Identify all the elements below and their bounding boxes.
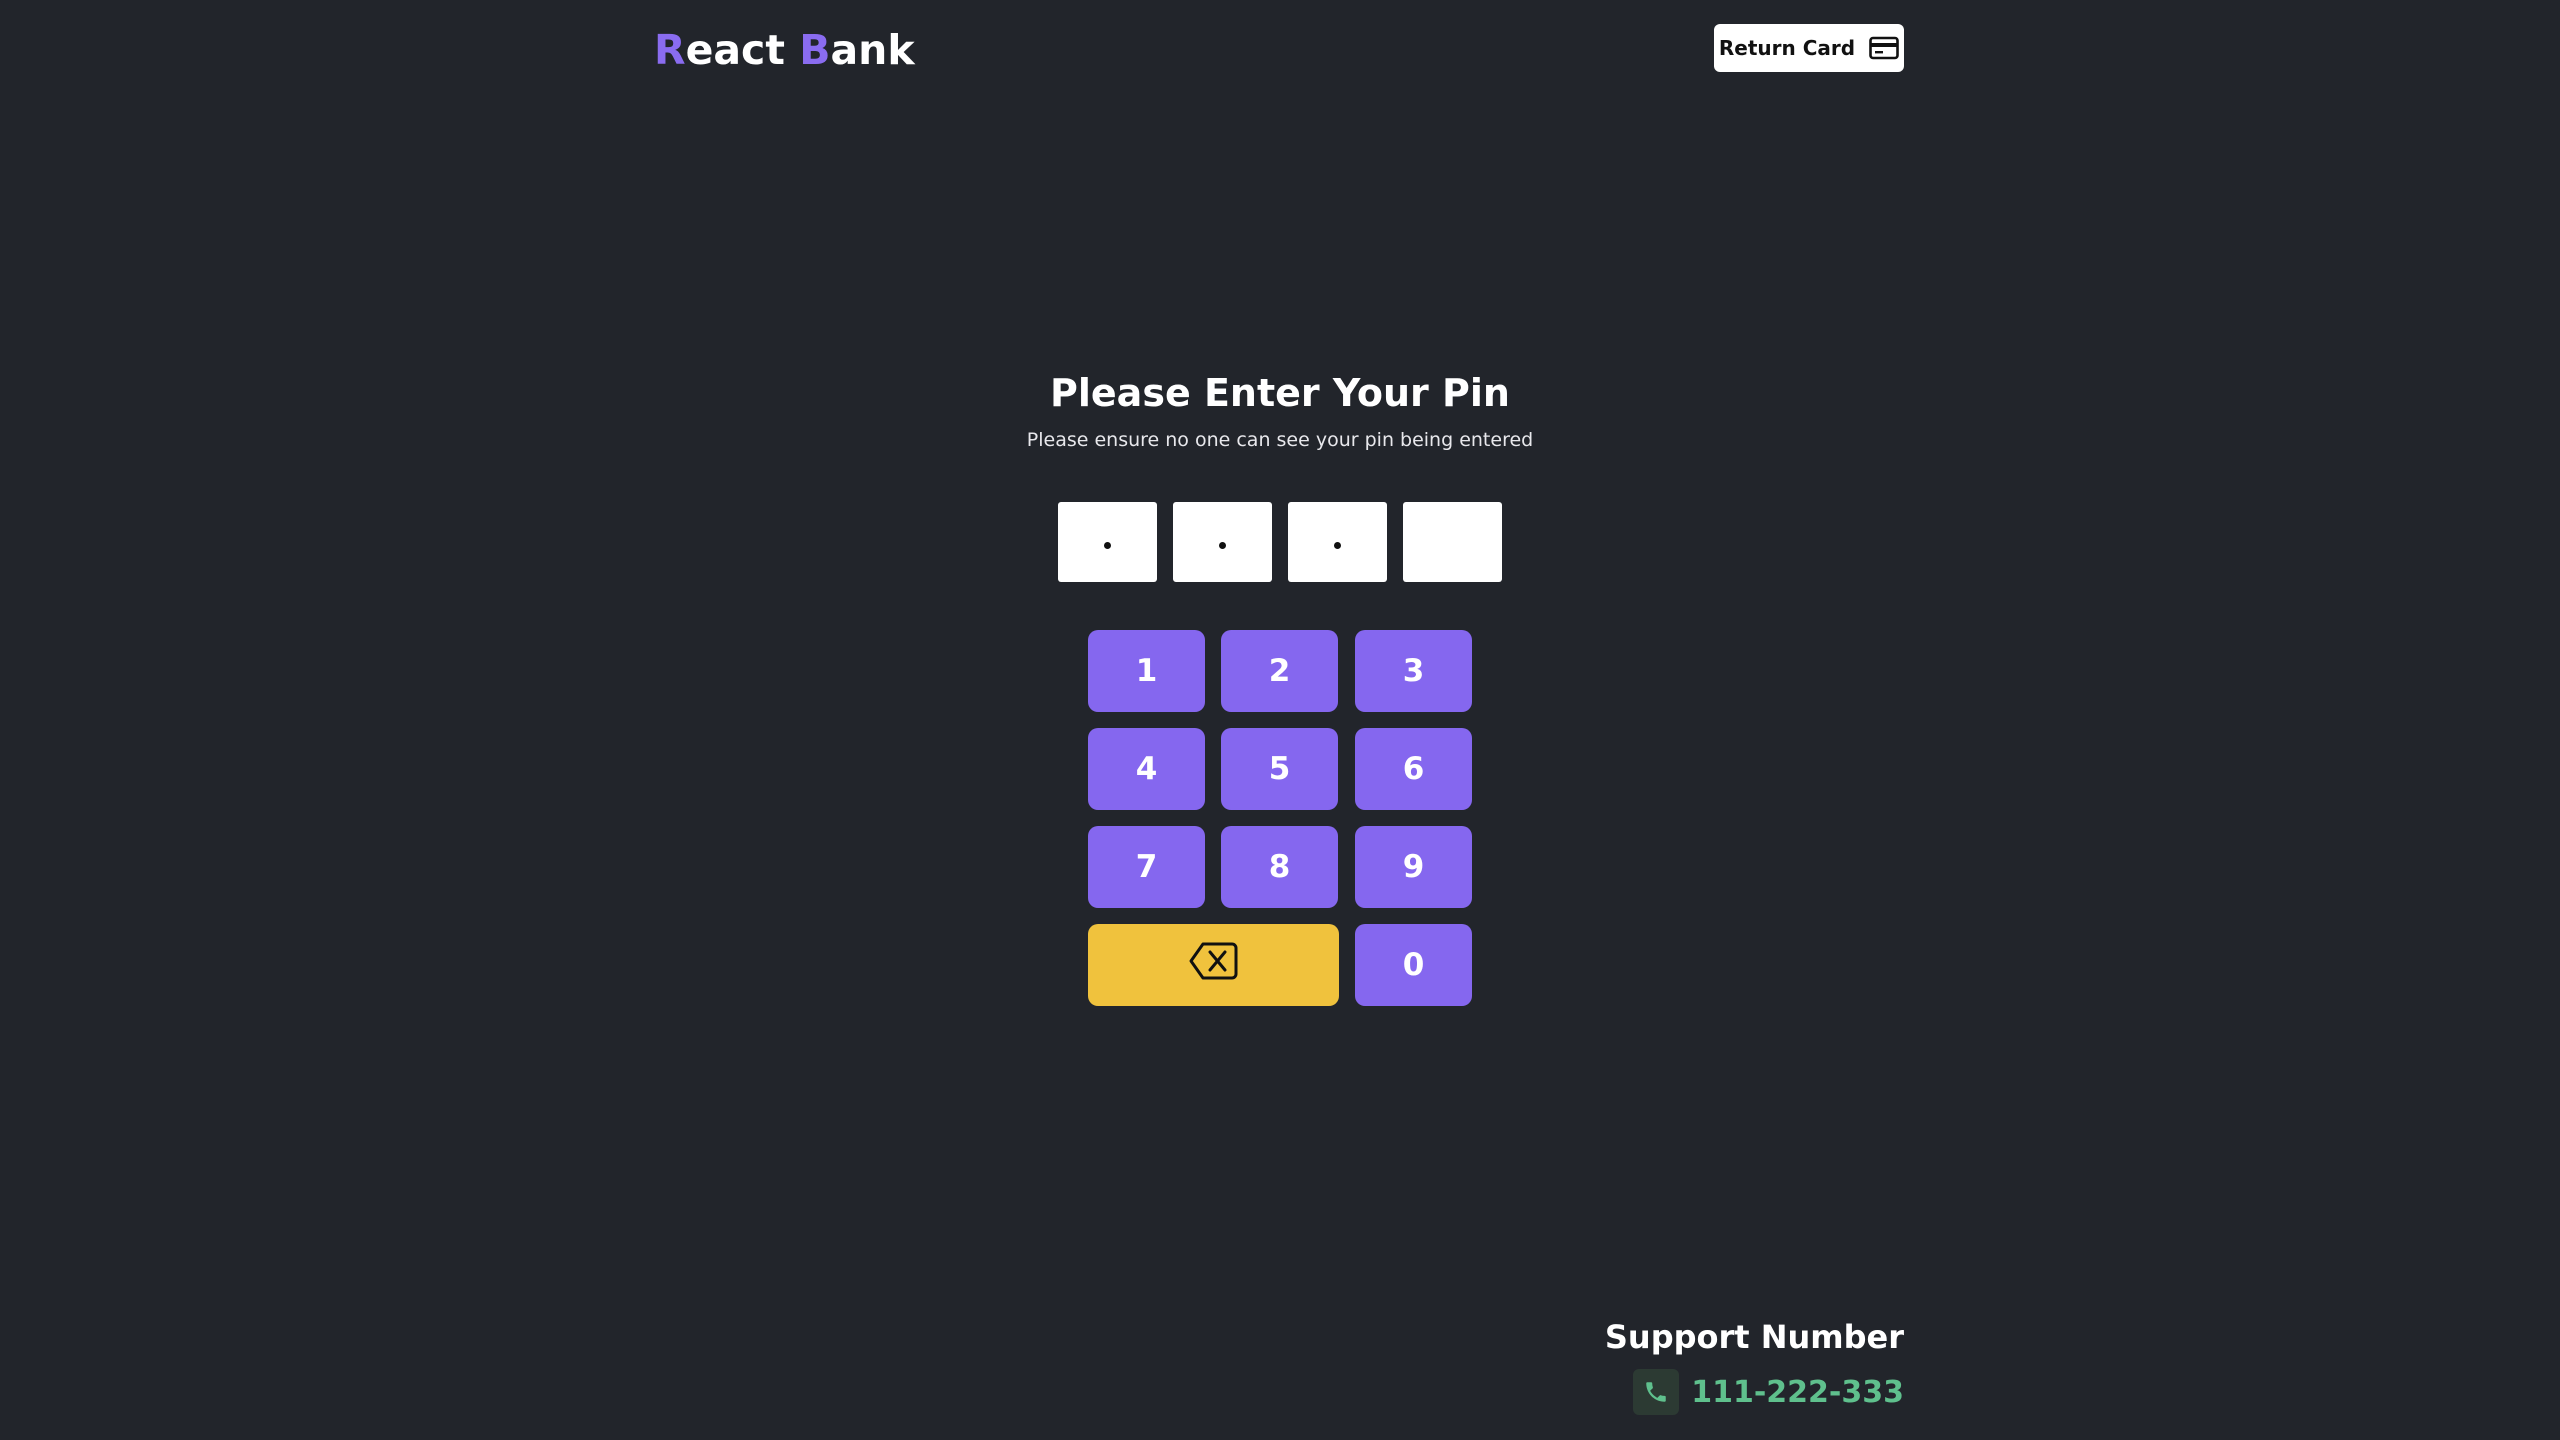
key-6[interactable]: 6 xyxy=(1355,728,1472,810)
logo: React Bank xyxy=(654,22,915,78)
support-phone-number[interactable]: 111-222-333 xyxy=(1691,1375,1904,1410)
key-7[interactable]: 7 xyxy=(1088,826,1205,908)
page-title: Please Enter Your Pin xyxy=(1050,371,1510,415)
pin-entry-page: React Bank Return Card Please Enter Your… xyxy=(0,0,2560,1440)
key-8[interactable]: 8 xyxy=(1221,826,1338,908)
return-card-button[interactable]: Return Card xyxy=(1714,24,1904,72)
key-9[interactable]: 9 xyxy=(1355,826,1472,908)
credit-card-icon xyxy=(1869,36,1899,60)
pin-digit-box-3 xyxy=(1288,502,1387,582)
logo-word-rest-1: eact xyxy=(685,26,785,74)
phone-icon xyxy=(1633,1369,1680,1415)
key-2[interactable]: 2 xyxy=(1221,630,1338,712)
logo-word-rest-2: ank xyxy=(830,26,915,74)
key-1[interactable]: 1 xyxy=(1088,630,1205,712)
key-3[interactable]: 3 xyxy=(1355,630,1472,712)
support-title: Support Number xyxy=(1604,1318,1904,1356)
return-card-label: Return Card xyxy=(1718,36,1856,60)
pin-dot xyxy=(1334,541,1341,549)
key-4[interactable]: 4 xyxy=(1088,728,1205,810)
pin-digit-box-1 xyxy=(1058,502,1157,582)
pin-dot xyxy=(1104,541,1111,549)
logo-initial-r: R xyxy=(654,26,686,74)
pin-display xyxy=(1058,502,1502,582)
pin-dot xyxy=(1219,541,1226,549)
key-5[interactable]: 5 xyxy=(1221,728,1338,810)
pin-digit-box-2 xyxy=(1173,502,1272,582)
backspace-button[interactable] xyxy=(1088,924,1339,1006)
pin-digit-box-4 xyxy=(1403,502,1502,582)
page-subtitle: Please ensure no one can see your pin be… xyxy=(1026,429,1534,451)
key-0[interactable]: 0 xyxy=(1355,924,1472,1006)
logo-initial-b: B xyxy=(799,26,831,74)
backspace-icon xyxy=(1188,940,1240,990)
support-phone[interactable]: 111-222-333 xyxy=(1633,1368,1904,1416)
